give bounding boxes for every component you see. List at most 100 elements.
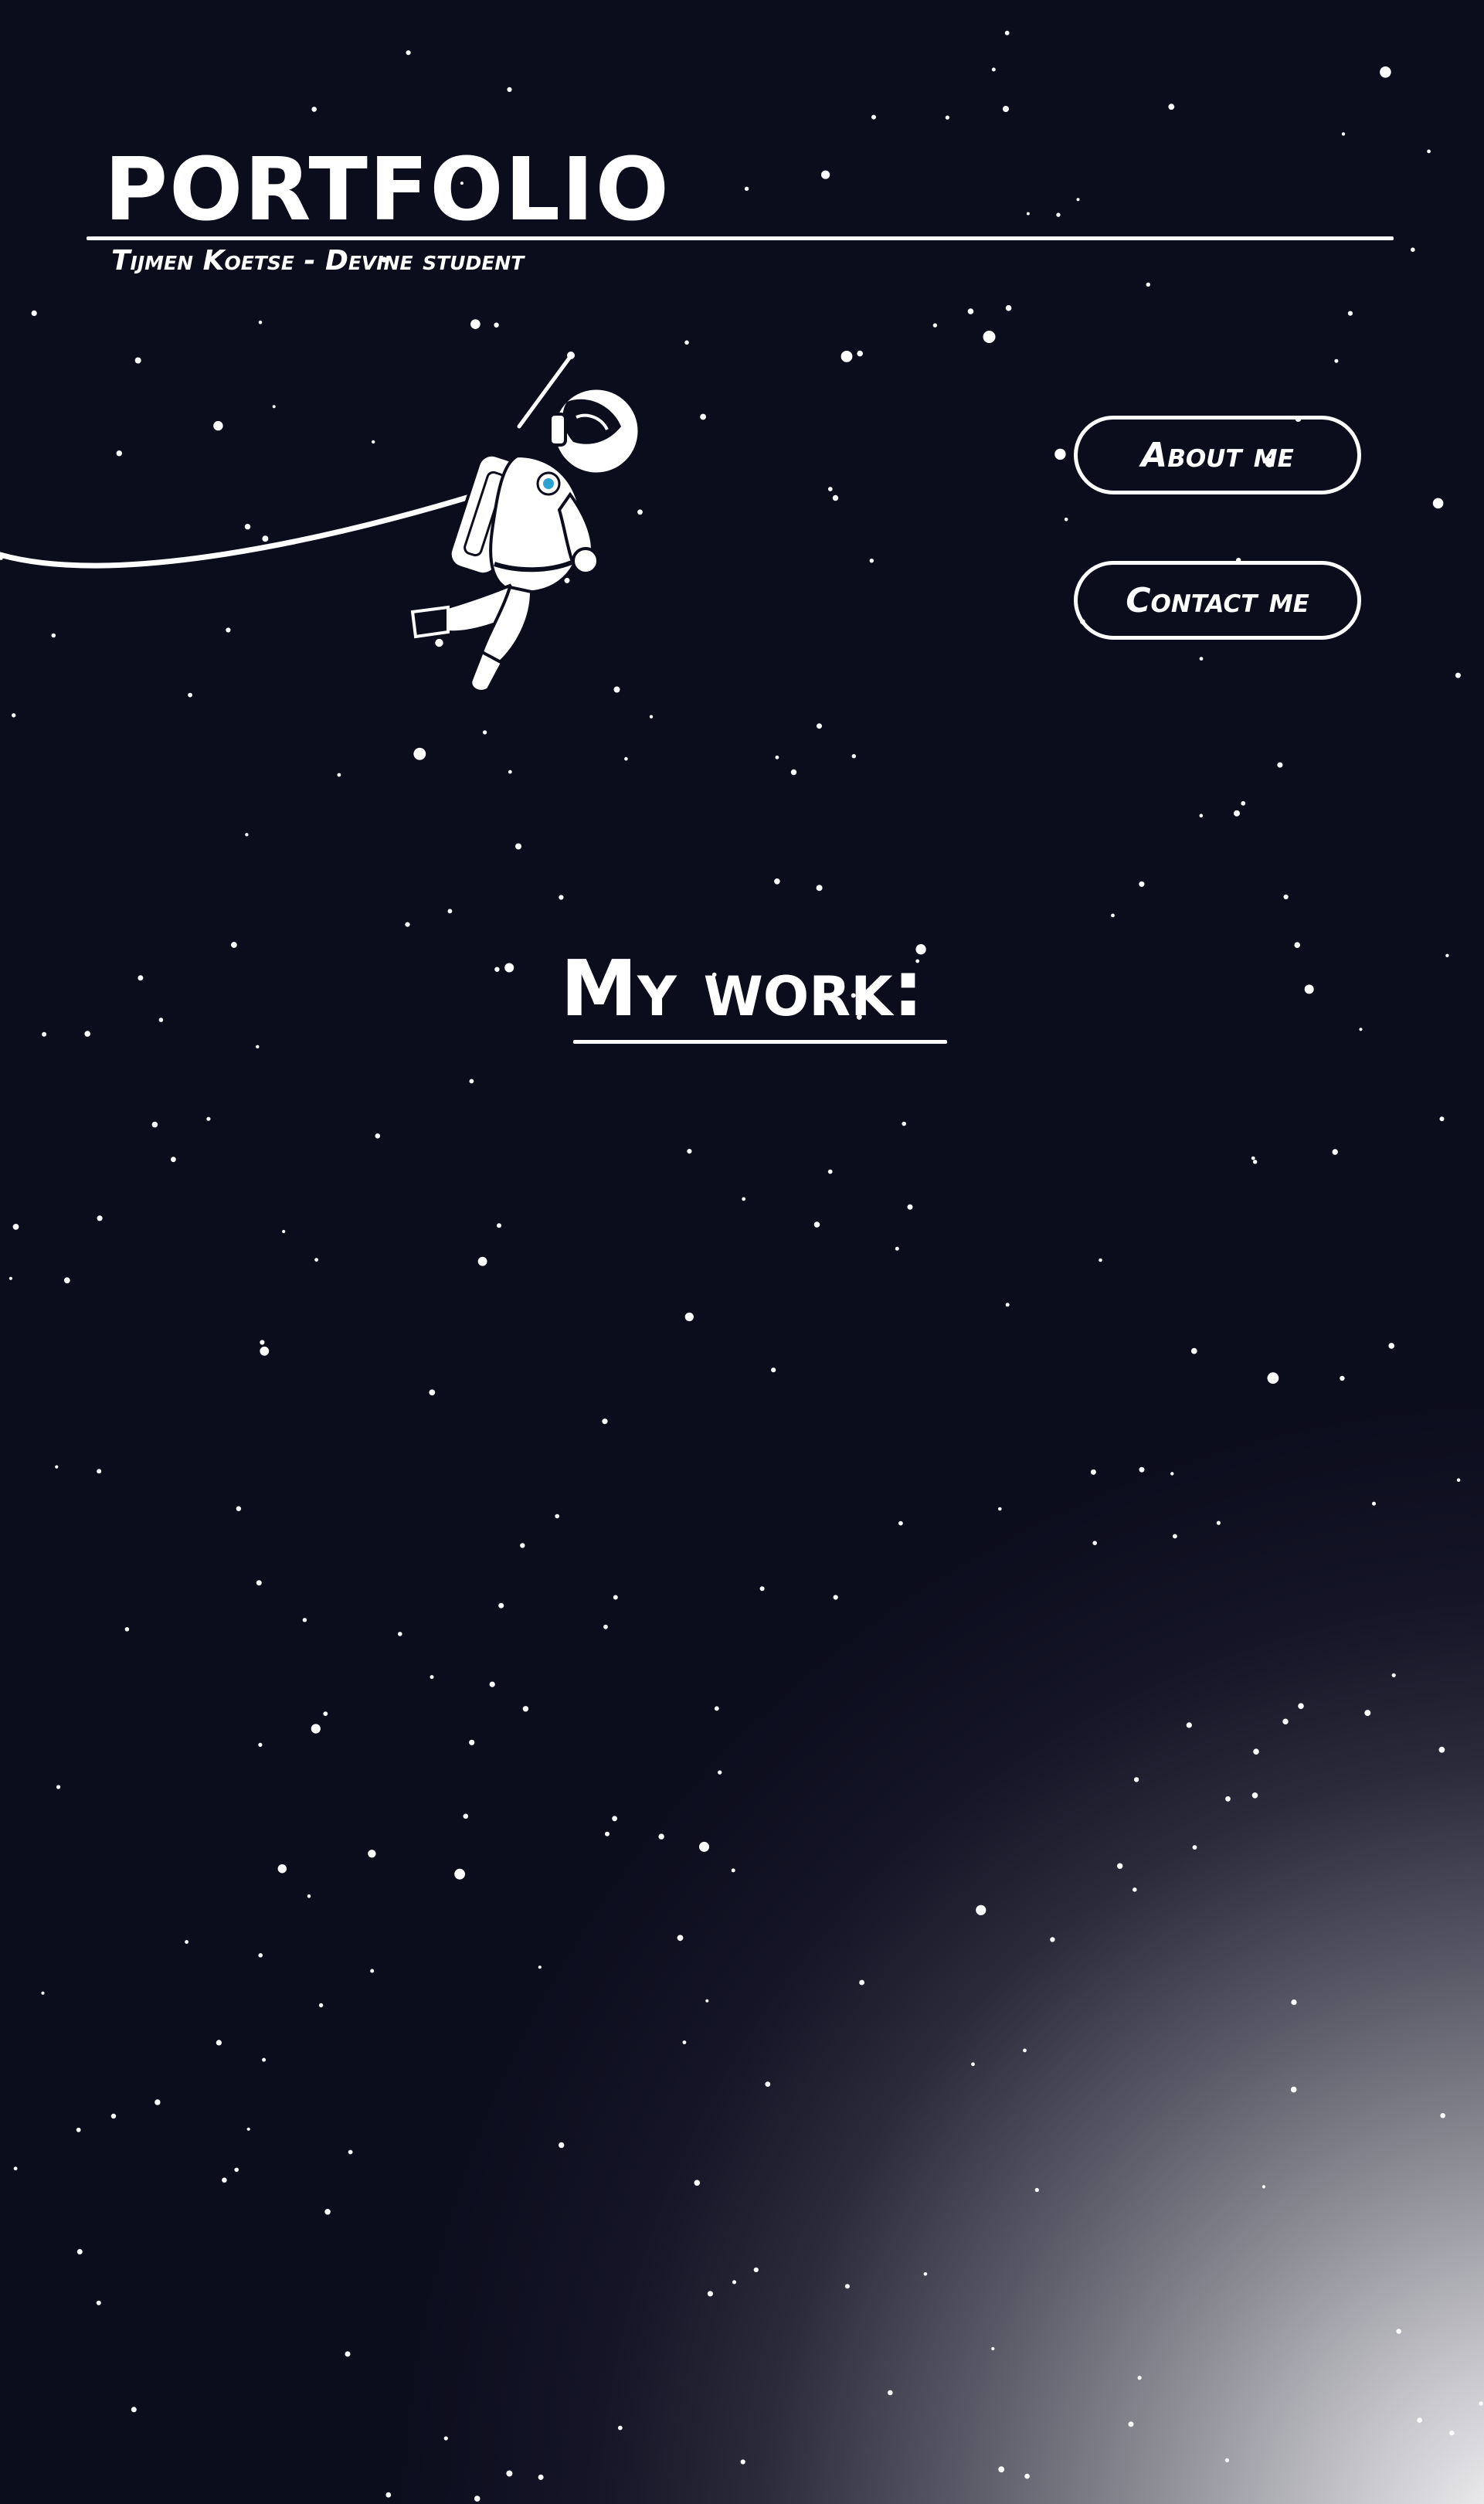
star bbox=[447, 909, 453, 914]
star bbox=[302, 1618, 307, 1622]
star bbox=[844, 2284, 850, 2289]
about-me-button[interactable]: About me bbox=[1074, 416, 1361, 494]
star bbox=[1133, 1887, 1137, 1892]
star bbox=[522, 1706, 529, 1712]
star bbox=[131, 2407, 137, 2413]
star bbox=[307, 1894, 311, 1898]
star bbox=[1332, 1149, 1338, 1155]
star bbox=[732, 2280, 737, 2285]
star bbox=[236, 1506, 242, 1511]
star bbox=[260, 1346, 270, 1356]
star bbox=[888, 2390, 893, 2396]
star bbox=[684, 340, 689, 345]
star bbox=[324, 2209, 331, 2215]
star bbox=[991, 67, 996, 72]
star bbox=[1099, 1258, 1102, 1262]
star bbox=[774, 878, 780, 885]
star bbox=[1186, 1722, 1192, 1728]
star bbox=[76, 2127, 81, 2132]
star bbox=[1479, 2401, 1483, 2406]
star bbox=[51, 633, 56, 638]
star bbox=[469, 1739, 475, 1745]
star bbox=[42, 1031, 47, 1037]
star bbox=[12, 1224, 19, 1230]
star bbox=[976, 1904, 987, 1915]
star bbox=[1380, 66, 1391, 78]
star bbox=[617, 2425, 623, 2431]
star bbox=[8, 1276, 12, 1280]
star bbox=[714, 1706, 719, 1711]
star bbox=[1290, 2086, 1297, 2093]
star bbox=[1003, 106, 1009, 112]
star bbox=[1225, 1796, 1231, 1802]
star bbox=[171, 1157, 176, 1163]
star bbox=[1372, 1501, 1376, 1506]
star bbox=[1251, 1156, 1255, 1160]
star bbox=[1396, 2329, 1401, 2334]
contact-me-button[interactable]: Contact me bbox=[1074, 561, 1361, 640]
star bbox=[1224, 2458, 1229, 2462]
star bbox=[1449, 2430, 1455, 2436]
star bbox=[430, 1675, 434, 1680]
star bbox=[971, 2062, 975, 2067]
star bbox=[932, 323, 938, 328]
star bbox=[454, 1868, 465, 1880]
star bbox=[871, 114, 876, 120]
star bbox=[1034, 2187, 1039, 2193]
star bbox=[1005, 1303, 1010, 1307]
star bbox=[998, 2466, 1005, 2473]
star bbox=[740, 2459, 745, 2465]
star bbox=[262, 2057, 267, 2062]
star bbox=[1024, 2473, 1030, 2479]
star bbox=[1133, 1777, 1139, 1782]
star bbox=[1347, 311, 1353, 316]
star bbox=[345, 2351, 351, 2357]
star bbox=[506, 2470, 513, 2477]
brand-title: PORTFOLIO bbox=[104, 140, 671, 240]
star bbox=[124, 1627, 130, 1632]
star bbox=[983, 331, 996, 343]
star bbox=[246, 2127, 250, 2131]
star bbox=[216, 2040, 222, 2046]
star bbox=[605, 1831, 610, 1836]
star bbox=[1139, 881, 1145, 887]
star bbox=[1340, 1375, 1345, 1381]
star bbox=[813, 1221, 820, 1228]
star bbox=[41, 1991, 45, 1995]
star bbox=[443, 2436, 448, 2441]
star bbox=[555, 1514, 559, 1519]
my-work-heading: My work: bbox=[560, 943, 924, 1034]
star bbox=[1455, 672, 1461, 678]
star bbox=[226, 627, 231, 633]
star bbox=[699, 1841, 709, 1852]
star bbox=[902, 1121, 906, 1126]
star bbox=[1117, 1863, 1123, 1869]
star bbox=[945, 115, 949, 120]
star bbox=[1298, 1703, 1304, 1709]
star bbox=[1283, 894, 1289, 899]
star bbox=[718, 1770, 722, 1775]
star bbox=[775, 755, 779, 759]
star bbox=[1173, 1534, 1177, 1539]
star bbox=[538, 2474, 544, 2480]
star bbox=[923, 2272, 928, 2276]
star bbox=[63, 1277, 70, 1284]
star bbox=[56, 1785, 61, 1789]
star bbox=[765, 2081, 771, 2088]
star bbox=[405, 922, 410, 927]
star bbox=[1427, 149, 1431, 154]
star bbox=[206, 1116, 211, 1121]
star bbox=[1391, 1673, 1396, 1677]
star bbox=[700, 413, 706, 420]
star bbox=[1139, 1466, 1145, 1473]
star bbox=[707, 2291, 714, 2297]
star bbox=[1137, 2376, 1142, 2380]
star bbox=[1234, 810, 1240, 817]
star bbox=[827, 487, 833, 491]
star bbox=[370, 1969, 375, 1973]
star bbox=[188, 692, 193, 698]
star bbox=[687, 1149, 692, 1154]
star bbox=[385, 2492, 392, 2498]
star bbox=[705, 1999, 709, 2003]
star bbox=[282, 1229, 286, 1234]
